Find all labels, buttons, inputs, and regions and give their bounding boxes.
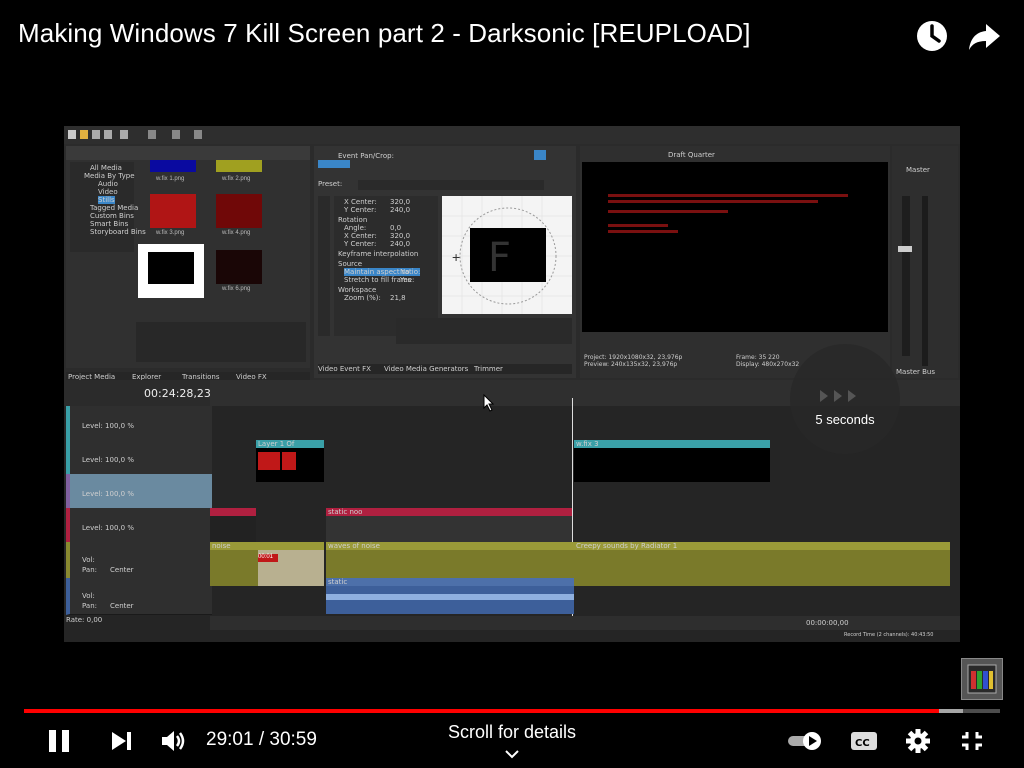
captions-icon: CC (851, 732, 877, 750)
media-thumb[interactable] (216, 250, 262, 284)
track-header-video-3[interactable]: Level: 100,0 % (66, 474, 212, 509)
preview-quality[interactable]: Draft Quarter (668, 151, 715, 159)
tab-video-media-generators[interactable]: Video Media Generators (384, 365, 468, 373)
autoplay-toggle-icon (788, 732, 821, 750)
thumb-caption: w.fix 2.png (222, 176, 251, 182)
tree-item[interactable]: Media By Type (84, 172, 135, 180)
clip-video-2-right[interactable]: w.fix 3 (574, 440, 770, 482)
channel-watermark-icon[interactable] (961, 658, 1003, 700)
tree-item[interactable]: Video (98, 188, 118, 196)
preview-info: Project: 1920x1080x32, 23,976p Preview: … (584, 354, 683, 368)
media-tree: All Media Media By Type Audio Video Stil… (70, 162, 146, 252)
preset-select[interactable] (358, 180, 544, 190)
next-button[interactable] (104, 724, 138, 758)
thumb-caption: w.fix 1.png (156, 176, 185, 182)
exit-fullscreen-button[interactable] (954, 724, 990, 758)
event-pan-crop-panel: Event Pan/Crop: Preset: X Center: 320,0 … (314, 146, 576, 378)
media-panel: All Media Media By Type Audio Video Stil… (66, 146, 310, 382)
track-header-video-1[interactable]: Level: 100,0 % (66, 406, 212, 441)
media-thumb[interactable] (216, 160, 262, 172)
volume-button[interactable] (156, 724, 190, 758)
rate-label: Rate: 0,00 (66, 616, 103, 624)
master-label: Master (906, 166, 930, 174)
share-icon[interactable] (964, 16, 1004, 56)
mouse-cursor (483, 393, 495, 417)
timeline-timecode: 00:24:28,23 (144, 387, 211, 400)
scroll-for-details[interactable]: Scroll for details (420, 722, 604, 764)
media-thumb[interactable] (216, 194, 262, 228)
svg-text:+: + (452, 249, 460, 265)
track-header-audio-2[interactable]: Vol: Pan: Center (66, 578, 212, 615)
tree-item[interactable]: Custom Bins (90, 212, 134, 220)
preview-screen (582, 162, 888, 332)
master-bus-panel: Master Master Bus (892, 146, 958, 378)
fx-tabs: Video Event FX Video Media Generators Tr… (318, 364, 572, 374)
clip-video-2-left[interactable]: Layer 1 Of (256, 440, 324, 482)
svg-text:CC: CC (855, 738, 870, 749)
volume-icon (162, 731, 185, 751)
progress-bar[interactable] (24, 709, 1000, 713)
media-thumb-selected[interactable] (138, 244, 204, 298)
progress-fill (24, 709, 940, 713)
record-time: Record Time (2 channels): 40:43:50 (844, 632, 934, 638)
tree-item[interactable]: Tagged Media (90, 204, 138, 212)
tab-video-event-fx[interactable]: Video Event FX (318, 365, 371, 373)
scroll-label: Scroll for details (447, 722, 577, 742)
tree-item-selected[interactable]: Stills (98, 196, 115, 204)
svg-text:F: F (488, 235, 511, 281)
tree-item[interactable]: Storyboard Bins (90, 228, 146, 236)
watch-later-icon[interactable] (912, 16, 952, 56)
clip-audio-2[interactable]: static (326, 578, 574, 614)
current-time: 29:01 (206, 729, 254, 750)
thumb-caption: w.fix 6.png (222, 286, 251, 292)
track-header-audio-1[interactable]: Vol: Pan: Center (66, 542, 212, 579)
exit-fullscreen-icon (962, 732, 982, 750)
clip-audio-1-left[interactable]: 00:01 (258, 542, 324, 586)
media-thumb[interactable] (150, 160, 196, 172)
master-fader[interactable] (898, 246, 912, 252)
duration: 30:59 (269, 729, 317, 750)
time-separator: / (258, 729, 265, 750)
crop-preview[interactable]: F + (442, 196, 572, 314)
clip-audio-1-right[interactable]: Creepy sounds by Radiator 1 (574, 542, 950, 586)
media-thumb[interactable] (150, 194, 196, 228)
thumb-caption: w.fix 4.png (222, 230, 251, 236)
tree-item[interactable]: All Media (90, 164, 122, 172)
properties-list: X Center: 320,0 Y Center: 240,0 Rotation… (334, 196, 438, 336)
time-display: 29:01 / 30:59 (206, 729, 317, 751)
thumb-caption: w.fix 3.png (156, 230, 185, 236)
tab-trimmer[interactable]: Trimmer (474, 365, 503, 373)
track-header-video-4[interactable]: Level: 100,0 % (66, 508, 212, 543)
pause-button[interactable] (42, 724, 76, 758)
tree-item[interactable]: Smart Bins (90, 220, 128, 228)
settings-button[interactable] (900, 724, 936, 758)
autoplay-toggle[interactable] (784, 724, 826, 758)
video-title: Making Windows 7 Kill Screen part 2 - Da… (18, 18, 751, 48)
captions-button[interactable]: CC (846, 724, 882, 758)
panel-title: Event Pan/Crop: (338, 152, 394, 160)
app-toolbar (64, 126, 960, 144)
preset-label: Preset: (318, 180, 343, 188)
chevron-down-icon (505, 750, 519, 759)
pause-icon (49, 730, 69, 752)
tree-item[interactable]: Audio (98, 180, 118, 188)
transport-bar: 00:00:00,00 (210, 616, 960, 630)
track-header-video-2[interactable]: Level: 100,0 % (66, 440, 212, 475)
clip-audio-1-start[interactable]: noise (210, 542, 258, 586)
skip-overlay (790, 344, 900, 454)
next-icon (112, 732, 131, 750)
settings-icon (906, 729, 930, 753)
skip-overlay-label: 5 seconds (815, 412, 875, 427)
tab-master-bus[interactable]: Master Bus (896, 368, 935, 376)
